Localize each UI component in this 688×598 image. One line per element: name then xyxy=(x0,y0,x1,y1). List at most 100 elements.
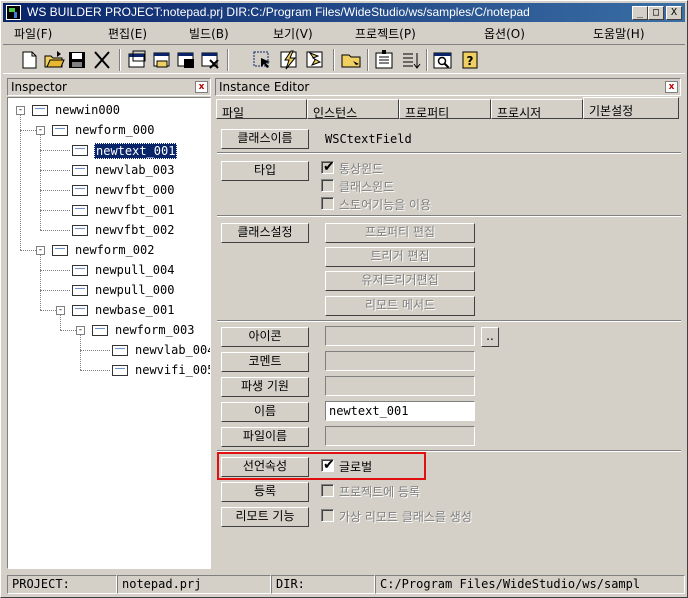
tree-connector xyxy=(40,270,70,271)
register-project-checkbox[interactable]: 프로젝트에 등록 xyxy=(321,483,521,499)
name-field[interactable]: newtext_001 xyxy=(325,401,475,421)
checkbox-label: 프로젝트에 등록 xyxy=(339,485,421,499)
cut-icon[interactable] xyxy=(91,49,113,71)
menu-edit[interactable]: 편집(E) xyxy=(108,25,147,42)
normal-window-checkbox[interactable]: ✔ 통상윈드 xyxy=(321,159,521,176)
tree-node-label: newvifi_005 xyxy=(135,363,211,377)
tab-instance[interactable]: 인스턴스 xyxy=(307,99,399,119)
class-settings-button[interactable]: 클래스설정 xyxy=(221,223,309,243)
edit-properties-button[interactable]: 프로퍼티 편집 xyxy=(325,223,475,243)
list-icon[interactable] xyxy=(373,49,395,71)
new-window-icon[interactable] xyxy=(126,49,148,71)
close-button[interactable]: X xyxy=(666,6,682,20)
filename-field[interactable] xyxy=(325,426,475,446)
menu-view[interactable]: 보기(V) xyxy=(273,25,313,42)
properties-icon[interactable] xyxy=(400,49,422,71)
status-dir-value: C:/Program Files/WideStudio/ws/sampl xyxy=(375,575,685,594)
class-window-checkbox[interactable]: 클래스윈드 xyxy=(321,178,521,194)
checkbox-box: ✔ xyxy=(321,159,335,175)
icon-button[interactable]: 아이콘 xyxy=(221,327,309,347)
save-window-icon[interactable] xyxy=(175,49,197,71)
toolbar-separator xyxy=(119,49,121,71)
tree-node-label: newpull_004 xyxy=(95,263,175,277)
tree-node-label: newvfbt_002 xyxy=(95,223,175,237)
icon-field[interactable] xyxy=(325,326,475,346)
tree-node-label: newbase_001 xyxy=(95,303,175,317)
close-window-icon[interactable] xyxy=(199,49,221,71)
tree-connector xyxy=(40,290,70,291)
menu-build[interactable]: 빌드(B) xyxy=(189,25,229,42)
tree-node-label: newtext_001 xyxy=(94,143,178,159)
status-project-value: notepad.prj xyxy=(117,575,271,594)
new-file-icon[interactable] xyxy=(18,49,40,71)
browse-icon-button[interactable]: .. xyxy=(481,327,499,347)
status-bar: PROJECT: notepad.prj DIR: C:/Program Fil… xyxy=(3,573,687,595)
help-icon[interactable]: ? xyxy=(459,49,481,71)
tree-node-label: newform_003 xyxy=(115,323,195,337)
edit-triggers-button[interactable]: 트리거 편집 xyxy=(325,247,475,267)
save-icon[interactable] xyxy=(66,49,88,71)
select-icon[interactable] xyxy=(251,49,273,71)
comment-field[interactable] xyxy=(325,351,475,371)
collapse-icon[interactable]: - xyxy=(56,306,65,315)
checkmark-icon: ✔ xyxy=(323,159,335,175)
tree-connector xyxy=(40,252,41,310)
instance-editor-header: Instance Editor x xyxy=(215,78,681,96)
remote-function-button[interactable]: 리모트 기능 xyxy=(221,507,309,527)
derived-origin-field[interactable] xyxy=(325,376,475,396)
menu-project[interactable]: 프로젝트(P) xyxy=(355,25,416,42)
tab-basic-settings[interactable]: 기본설정 xyxy=(583,97,679,119)
menu-bar: 파일(F) 편집(E) 빌드(B) 보기(V) 프로젝트(P) 옵션(O) 도움… xyxy=(3,23,685,43)
maximize-button[interactable]: □ xyxy=(648,6,664,20)
instance-editor-title: Instance Editor xyxy=(219,80,310,94)
collapse-icon[interactable]: - xyxy=(36,126,45,135)
tab-file[interactable]: 파일 xyxy=(216,99,307,119)
remote-methods-button[interactable]: 리모트 메서드 xyxy=(325,296,475,316)
filename-button[interactable]: 파일이름 xyxy=(221,427,309,447)
tab-property[interactable]: 프로퍼티 xyxy=(399,99,491,119)
collapse-icon[interactable]: - xyxy=(36,246,45,255)
build-icon[interactable] xyxy=(278,49,300,71)
pulldown-icon xyxy=(72,285,88,296)
minimize-button[interactable]: _ xyxy=(632,6,648,20)
tab-procedure[interactable]: 프로시저 xyxy=(491,99,583,119)
name-button[interactable]: 이름 xyxy=(221,402,309,422)
form-icon xyxy=(52,125,68,136)
app-icon xyxy=(6,5,21,20)
open-folder-icon[interactable] xyxy=(43,49,65,71)
collapse-icon[interactable]: - xyxy=(16,106,25,115)
type-button[interactable]: 타입 xyxy=(221,161,309,181)
tree-node-label: newvfbt_000 xyxy=(95,183,175,197)
checkbox-label: 클래스윈드 xyxy=(339,180,395,194)
checkbox-label: 가상 리모트 클래스를 생성 xyxy=(339,510,472,524)
collapse-icon[interactable]: - xyxy=(76,326,85,335)
checkbox-label: 통상윈드 xyxy=(339,162,384,176)
edit-user-triggers-button[interactable]: 유저트리거편집 xyxy=(325,271,475,291)
tree-connector xyxy=(40,170,70,171)
inspector-close-icon[interactable]: x xyxy=(195,81,208,93)
button-icon xyxy=(72,185,88,196)
folder-icon[interactable] xyxy=(340,49,362,71)
menu-options[interactable]: 옵션(O) xyxy=(484,25,525,42)
divider xyxy=(217,215,681,217)
tree-connector xyxy=(40,230,70,231)
menu-file[interactable]: 파일(F) xyxy=(14,25,52,42)
class-name-button[interactable]: 클래스이름 xyxy=(221,129,309,149)
virtual-remote-class-checkbox[interactable]: 가상 리모트 클래스를 생성 xyxy=(321,508,561,524)
comment-button[interactable]: 코멘트 xyxy=(221,352,309,372)
title-bar[interactable]: WS BUILDER PROJECT:notepad.prj DIR:C:/Pr… xyxy=(3,3,685,22)
run-icon[interactable] xyxy=(304,49,326,71)
open-window-icon[interactable] xyxy=(151,49,173,71)
tree-connector xyxy=(80,332,81,370)
register-button[interactable]: 등록 xyxy=(221,482,309,502)
derived-origin-button[interactable]: 파생 기원 xyxy=(221,377,309,397)
tree-connector xyxy=(40,150,70,151)
class-name-value: WSCtextField xyxy=(325,132,412,146)
inspector-title: Inspector xyxy=(11,80,67,94)
tree-node-label: newvlab_004 xyxy=(135,343,211,357)
store-function-checkbox[interactable]: 스토어기능을 이용 xyxy=(321,196,521,212)
instance-editor-close-icon[interactable]: x xyxy=(665,81,678,93)
find-icon[interactable] xyxy=(432,49,454,71)
window-title: WS BUILDER PROJECT:notepad.prj DIR:C:/Pr… xyxy=(27,5,530,19)
menu-help[interactable]: 도움말(H) xyxy=(593,25,645,42)
